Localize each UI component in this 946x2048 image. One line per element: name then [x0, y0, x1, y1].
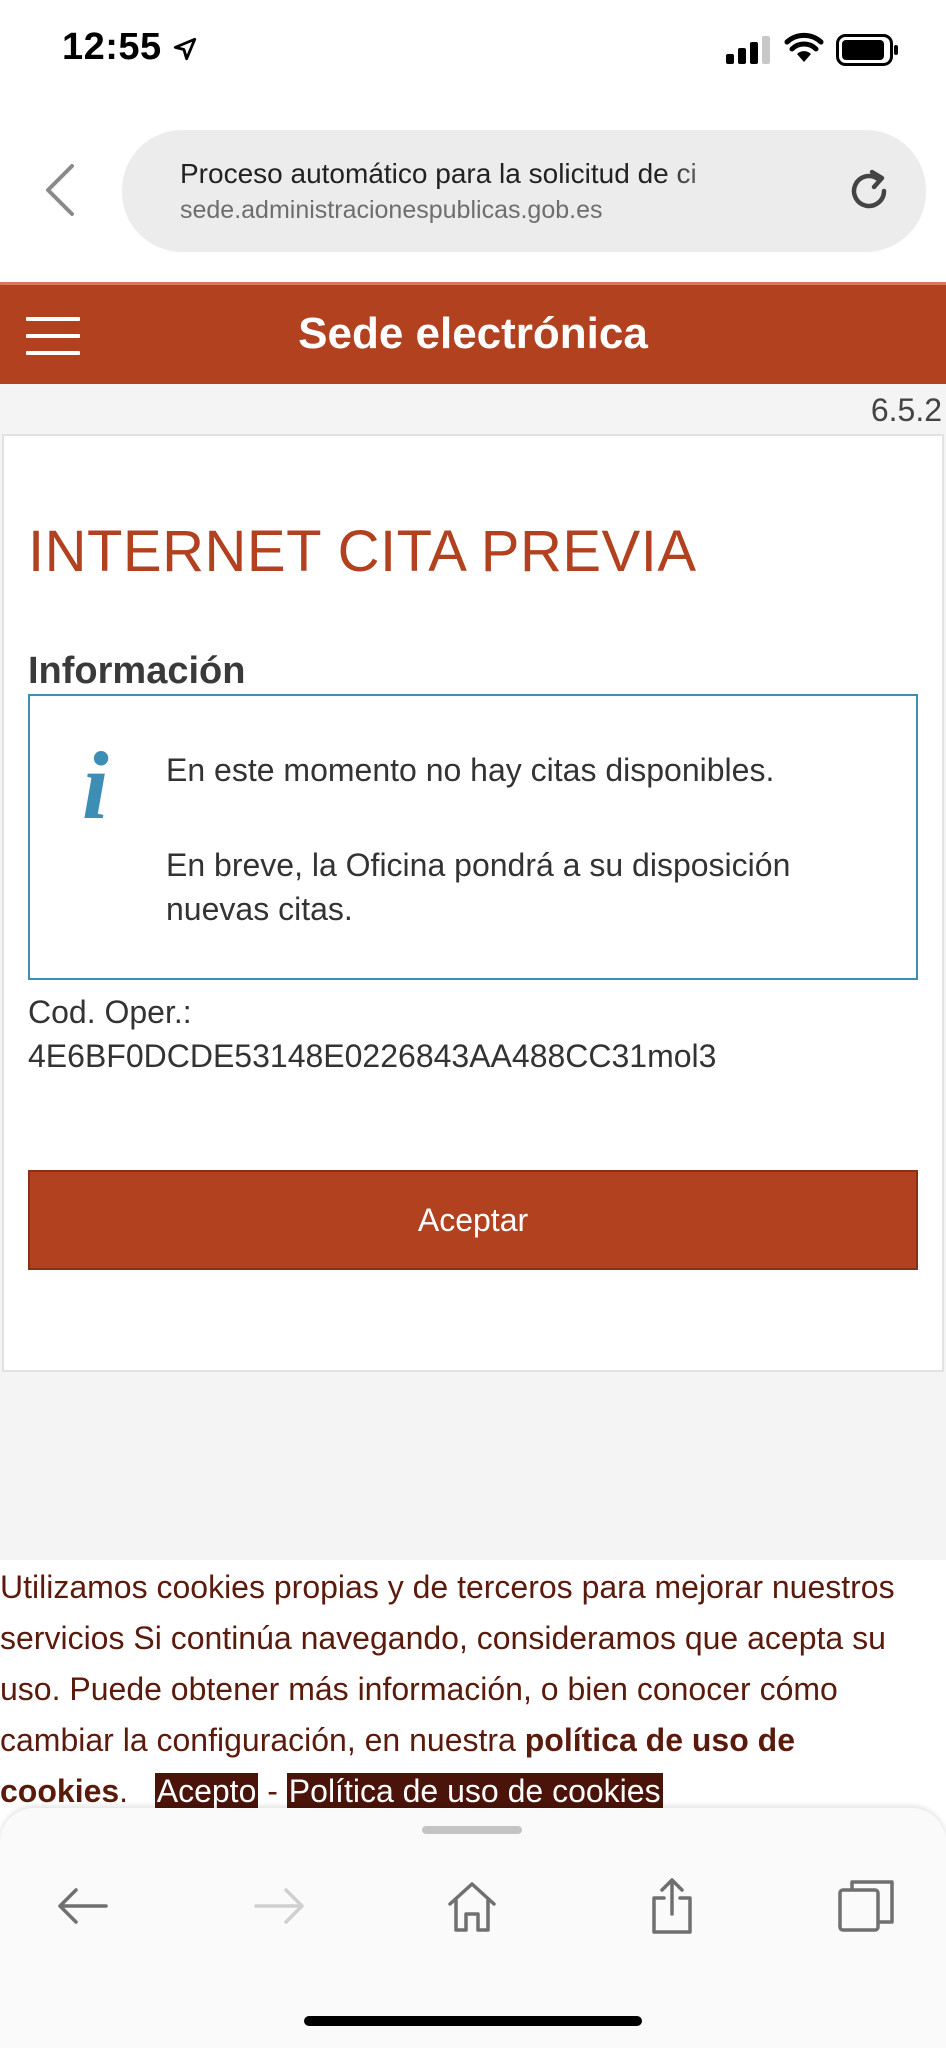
accept-button[interactable]: Aceptar — [28, 1170, 918, 1270]
address-bar[interactable] — [122, 130, 926, 252]
back-chevron-icon[interactable] — [40, 160, 80, 220]
cookie-notice-text: Utilizamos cookies propias y de terceros… — [0, 1562, 946, 1817]
cookie-period: . — [119, 1773, 129, 1809]
back-arrow-icon[interactable] — [52, 1876, 112, 1936]
info-message-line2: En breve, la Oficina pondrá a su disposi… — [166, 847, 791, 927]
site-header-title: Sede electrónica — [298, 309, 648, 358]
wifi-icon — [784, 32, 824, 62]
page-title: INTERNET CITA PREVIA — [28, 519, 697, 584]
cellular-signal-icon — [726, 36, 770, 64]
cookie-accept-link[interactable]: Acepto — [154, 1773, 259, 1809]
operation-code-value: 4E6BF0DCDE53148E0226843AA488CC31mol3 — [28, 1038, 717, 1074]
info-heading: Información — [28, 650, 246, 692]
cookie-policy-link[interactable]: Política de uso de cookies — [286, 1773, 663, 1809]
operation-code-label: Cod. Oper.: — [28, 994, 192, 1030]
site-header: Sede electrónica — [0, 282, 946, 384]
location-arrow-icon — [173, 37, 197, 61]
status-time: 12:55 — [62, 26, 162, 68]
info-box — [28, 694, 918, 980]
home-indicator — [304, 2016, 642, 2026]
cookie-separator: - — [267, 1773, 278, 1809]
reload-icon[interactable] — [846, 168, 892, 214]
info-message-line1: En este momento no hay citas disponibles… — [166, 752, 775, 788]
toolbar-grabber[interactable] — [422, 1826, 522, 1834]
share-icon[interactable] — [642, 1876, 702, 1936]
status-bar: 12:55 — [0, 0, 946, 100]
info-icon: i — [82, 732, 109, 839]
page-title-in-address-bar[interactable]: Proceso automático para la solicitud de … — [180, 158, 780, 190]
battery-icon — [836, 34, 898, 66]
forward-arrow-icon[interactable] — [250, 1876, 310, 1936]
tabs-icon[interactable] — [836, 1876, 896, 1936]
address-domain[interactable]: sede.administracionespublicas.gob.es — [180, 196, 602, 225]
home-icon[interactable] — [442, 1876, 502, 1936]
version-label: 6.5.2 — [870, 392, 942, 428]
